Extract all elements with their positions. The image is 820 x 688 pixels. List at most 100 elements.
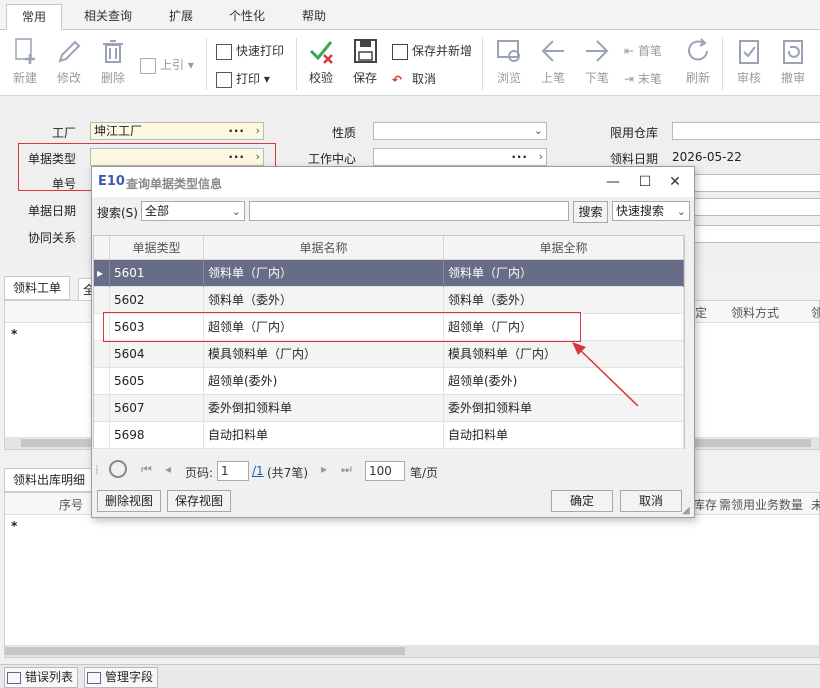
tab-issue-work-order[interactable]: 领料工单 — [4, 276, 71, 300]
ok-button[interactable]: 确定 — [551, 490, 613, 512]
new-document-icon — [15, 38, 35, 64]
next-record-button[interactable]: 下笔 — [576, 36, 618, 86]
cell-doc-name: 自动扣料单 — [204, 422, 444, 449]
browse-button[interactable]: 浏览 — [488, 36, 530, 86]
minimize-icon[interactable]: — — [600, 171, 626, 193]
current-row-arrow-icon: ▸ — [94, 260, 110, 287]
tab-common[interactable]: 常用 — [6, 4, 62, 31]
chevron-right-icon[interactable]: › — [256, 123, 260, 139]
refresh-label: 刷新 — [685, 71, 710, 85]
audit-button[interactable]: 审核 — [728, 36, 770, 86]
col-header: 库存 — [693, 498, 718, 512]
trash-icon — [103, 40, 123, 63]
col-header: 定 — [695, 306, 708, 320]
prev-page-icon[interactable]: ◂ — [165, 462, 171, 476]
nature-label: 性质 — [331, 126, 356, 140]
nature-select[interactable]: ⌄ — [373, 122, 547, 140]
resize-grip-icon[interactable]: ◢ — [682, 505, 690, 516]
prev-doc-button[interactable]: 上引 ▾ — [140, 54, 194, 76]
unaudit-button[interactable]: 撤审 — [772, 36, 814, 86]
table-row[interactable]: ▸ 5601 领料单（厂内） 领料单（厂内） — [94, 260, 684, 287]
horizontal-scrollbar[interactable] — [5, 645, 819, 657]
clipboard-undo-icon — [783, 40, 803, 64]
grip-icon: ⁞ — [95, 463, 99, 477]
tab-related-query[interactable]: 相关查询 — [70, 4, 146, 30]
table-row[interactable]: 5602 领料单（委外） 领料单（委外） — [94, 287, 684, 314]
new-button[interactable]: 新建 — [4, 36, 46, 86]
search-button[interactable]: 搜索 — [573, 201, 608, 223]
tab-issue-detail[interactable]: 领料出库明细 — [4, 468, 95, 492]
cell-doc-type: 5604 — [110, 341, 204, 368]
maximize-icon[interactable]: ☐ — [632, 171, 658, 193]
quick-search-value: 快速搜索 — [616, 204, 665, 218]
prev-record-label: 上笔 — [540, 71, 565, 85]
quick-print-button[interactable]: 快速打印 — [216, 40, 284, 62]
factory-value: 坤江工厂 — [94, 124, 143, 138]
dialog-titlebar[interactable]: E10 查询单据类型信息 — ☐ ✕ — [92, 167, 694, 197]
save-new-button[interactable]: 保存并新增 — [392, 40, 472, 62]
cell-doc-type: 5601 — [110, 260, 204, 287]
row-indicator — [94, 287, 110, 314]
col-doc-type[interactable]: 单据类型 — [110, 236, 204, 260]
search-input[interactable] — [249, 201, 569, 221]
first-record-button[interactable]: ⇤ 首笔 — [624, 40, 662, 62]
error-list-tab[interactable]: 错误列表 — [4, 667, 79, 688]
table-row[interactable]: 5698 自动扣料单 自动扣料单 — [94, 422, 684, 449]
next-page-icon[interactable]: ▸ — [321, 462, 327, 476]
last-page-icon[interactable]: ⏭ — [341, 462, 352, 477]
ellipsis-icon[interactable]: ··· — [228, 123, 245, 139]
last-record-button[interactable]: ⇥ 末笔 — [624, 68, 662, 90]
col-doc-name[interactable]: 单据名称 — [204, 236, 444, 260]
total-pages-link[interactable]: /1 — [252, 464, 264, 478]
search-scope-select[interactable]: 全部 ⌄ — [141, 201, 245, 221]
prev-record-button[interactable]: 上笔 — [532, 36, 574, 86]
new-row-marker-icon: * — [11, 327, 18, 341]
save-view-button[interactable]: 保存视图 — [167, 490, 231, 512]
print-button[interactable]: 打印 ▾ — [216, 68, 270, 90]
warehouse-label: 限用仓库 — [609, 126, 658, 140]
tab-help[interactable]: 帮助 — [288, 4, 340, 30]
cancel-toolbar-button[interactable]: ↶ 取消 — [392, 68, 436, 90]
tab-extend[interactable]: 扩展 — [155, 4, 207, 30]
issue-date-value[interactable]: 2026-05-22 — [672, 150, 742, 164]
edit-button[interactable]: 修改 — [48, 36, 90, 86]
status-bar: 错误列表 管理字段 — [0, 664, 820, 688]
col-header: 领料方式 — [731, 306, 780, 320]
save-button[interactable]: 保存 — [344, 36, 386, 86]
check-button[interactable]: 校验 — [300, 36, 342, 86]
delete-button[interactable]: 删除 — [92, 36, 134, 86]
first-record-label: 首笔 — [637, 44, 662, 58]
page-input[interactable]: 1 — [217, 461, 249, 481]
first-page-icon[interactable]: ⏮ — [141, 462, 152, 477]
factory-field[interactable]: 坤江工厂 ··· › — [90, 122, 264, 140]
col-header: 需领用业务数量 — [719, 498, 804, 512]
copy-icon — [140, 57, 156, 74]
doc-no-label: 单号 — [51, 177, 76, 191]
warehouse-field[interactable] — [672, 122, 820, 140]
manage-fields-tab[interactable]: 管理字段 — [84, 667, 159, 688]
close-icon[interactable]: ✕ — [662, 171, 688, 193]
row-indicator-header — [94, 236, 110, 260]
row-indicator — [94, 368, 110, 395]
chevron-right-icon[interactable]: › — [539, 149, 543, 165]
delete-view-button[interactable]: 删除视图 — [97, 490, 161, 512]
tab-personalize[interactable]: 个性化 — [215, 4, 279, 30]
highlight-box-row-5603 — [103, 312, 581, 342]
page-size-input[interactable]: 100 — [365, 461, 405, 481]
cell-doc-type: 5602 — [110, 287, 204, 314]
manage-fields-label: 管理字段 — [105, 670, 154, 684]
quick-search-select[interactable]: 快速搜索 ⌄ — [612, 201, 690, 221]
work-center-field[interactable]: ··· › — [373, 148, 547, 166]
grid-header: 单据类型 单据名称 单据全称 — [94, 236, 684, 260]
scrollbar-thumb[interactable] — [5, 647, 405, 655]
col-doc-fullname[interactable]: 单据全称 — [444, 236, 684, 260]
refresh-button[interactable]: 刷新 — [677, 36, 719, 86]
arrow-left-icon — [541, 40, 564, 62]
row-indicator — [94, 341, 110, 368]
cell-doc-name: 模具领料单（厂内） — [204, 341, 444, 368]
cancel-button[interactable]: 取消 — [620, 490, 682, 512]
doc-date-label: 单据日期 — [27, 204, 76, 218]
ellipsis-icon[interactable]: ··· — [511, 149, 528, 165]
cell-doc-name: 超领单(委外) — [204, 368, 444, 395]
chevron-down-icon[interactable]: ⌄ — [534, 123, 543, 139]
